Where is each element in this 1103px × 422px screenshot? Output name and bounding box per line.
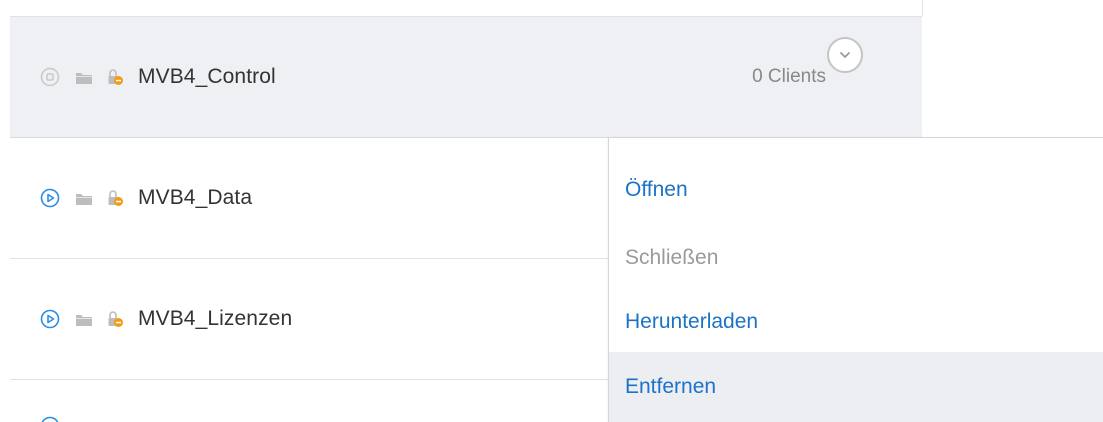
database-context-menu: Öffnen Schließen Herunterladen Entfernen	[608, 137, 1103, 422]
database-name: MVB4_Control	[138, 65, 276, 88]
row-actions-toggle-button[interactable]	[827, 37, 863, 73]
folder-icon	[76, 313, 92, 326]
menu-item-open[interactable]: Öffnen	[609, 158, 1103, 221]
database-name: MVB4_Lizenzen	[138, 307, 293, 330]
folder-icon	[76, 192, 92, 205]
lock-minus-icon	[106, 189, 124, 207]
database-name: MVB4_Data	[138, 186, 253, 209]
database-row-mvb4-control[interactable]: MVB4_Control 0 Clients	[10, 17, 922, 138]
play-circle-icon[interactable]	[40, 309, 60, 329]
play-circle-icon[interactable]	[40, 188, 60, 208]
lock-minus-icon	[106, 68, 124, 86]
list-top-divider	[10, 0, 922, 17]
menu-item-remove[interactable]: Entfernen	[609, 352, 1103, 422]
menu-item-download[interactable]: Herunterladen	[609, 290, 1103, 353]
menu-item-close: Schließen	[625, 245, 719, 269]
lock-minus-icon	[106, 310, 124, 328]
client-count: 0 Clients	[752, 66, 826, 87]
list-right-edge	[922, 0, 923, 16]
chevron-down-icon	[838, 48, 852, 62]
database-list-view: MVB4_Control 0 Clients MVB4_Data MVB4_Li…	[0, 0, 1103, 422]
stop-circle-icon[interactable]	[40, 67, 60, 87]
folder-icon	[76, 71, 92, 84]
play-circle-icon[interactable]	[40, 416, 60, 422]
